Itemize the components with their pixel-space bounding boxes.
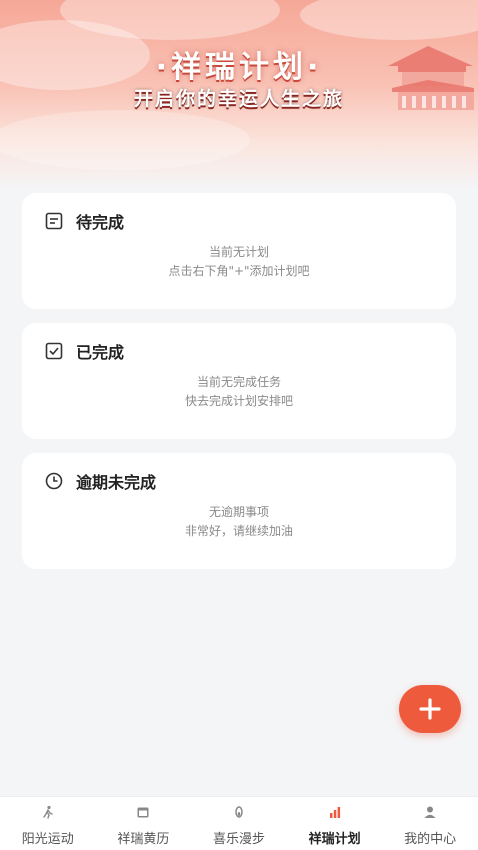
clock-icon: [45, 472, 63, 490]
card-header: 逾期未完成: [44, 469, 156, 493]
tab-walk[interactable]: 喜乐漫步: [191, 797, 287, 850]
tab-label: 祥瑞计划: [308, 832, 361, 847]
card-title: 逾期未完成: [76, 473, 157, 492]
calendar-icon: [137, 807, 149, 818]
add-plan-button[interactable]: [399, 685, 461, 733]
bottom-tab-bar: 阳光运动 祥瑞黄历 喜乐漫步 祥瑞计划 我的中心: [0, 796, 478, 850]
footprint-icon: [235, 806, 243, 818]
card-title: 已完成: [76, 343, 125, 362]
empty-state-hint: 非常好，请继续加油: [184, 524, 293, 538]
list-icon: [45, 212, 63, 230]
empty-state-text: 无逾期事项: [208, 505, 269, 519]
person-icon: [424, 806, 436, 818]
page-title: ·祥瑞计划·: [155, 50, 323, 85]
tab-label: 喜乐漫步: [212, 832, 265, 847]
runner-icon: [43, 805, 53, 819]
empty-state-text: 当前无计划: [208, 245, 269, 259]
card-header: 待完成: [44, 209, 124, 233]
cloud-decoration: [0, 110, 250, 170]
page-subtitle: 开启你的幸运人生之旅: [133, 88, 344, 110]
tab-label: 我的中心: [404, 832, 457, 847]
plus-icon: [419, 698, 441, 720]
completed-plans-card[interactable]: 已完成 当前无完成任务 快去完成计划安排吧: [22, 323, 456, 439]
tab-label: 祥瑞黄历: [117, 832, 170, 847]
tab-label: 阳光运动: [21, 832, 74, 847]
tab-plans[interactable]: 祥瑞计划: [287, 797, 383, 850]
overdue-plans-card[interactable]: 逾期未完成 无逾期事项 非常好，请继续加油: [22, 453, 456, 569]
empty-state-hint: 快去完成计划安排吧: [184, 394, 293, 408]
bar-chart-icon: [329, 807, 340, 818]
tab-almanac[interactable]: 祥瑞黄历: [96, 797, 192, 850]
checkbox-icon: [45, 342, 63, 360]
cloud-decoration: [300, 0, 478, 40]
tab-my-center[interactable]: 我的中心: [382, 797, 478, 850]
empty-state-text: 当前无完成任务: [196, 375, 281, 389]
card-title: 待完成: [76, 213, 125, 232]
header-banner: ·祥瑞计划· 开启你的幸运人生之旅: [0, 0, 478, 190]
empty-state-hint: 点击右下角"+"添加计划吧: [168, 264, 310, 278]
card-header: 已完成: [44, 339, 124, 363]
pending-plans-card[interactable]: 待完成 当前无计划 点击右下角"+"添加计划吧: [22, 193, 456, 309]
tab-sunshine-sports[interactable]: 阳光运动: [0, 797, 96, 850]
